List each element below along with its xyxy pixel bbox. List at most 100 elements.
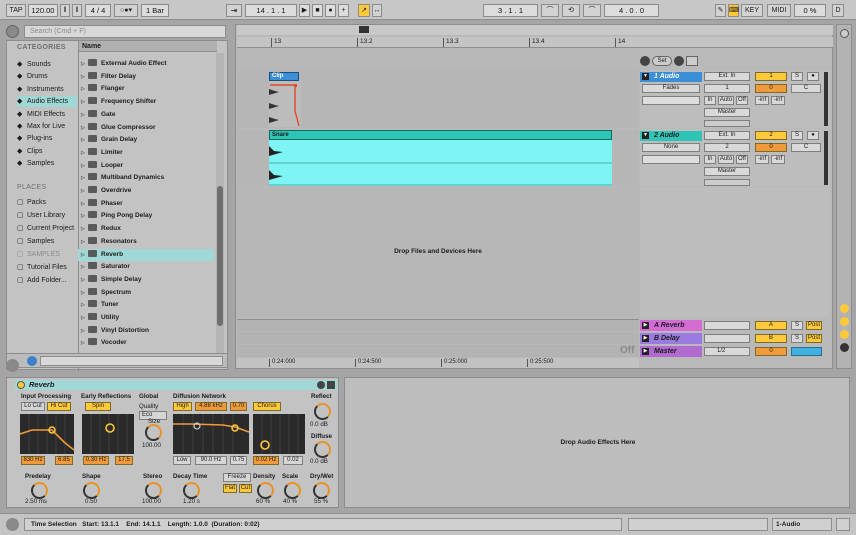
browser-item[interactable]: ▷ Looper: [78, 160, 214, 172]
return-a-solo[interactable]: S: [791, 321, 803, 330]
master-title[interactable]: ▶ Master: [640, 346, 702, 357]
stop-icon[interactable]: ■: [312, 4, 323, 17]
expand-icon[interactable]: ▷: [81, 299, 85, 311]
browser-item[interactable]: ▷ Phaser: [78, 198, 214, 210]
loop-length-field[interactable]: 4 . 0 . 0: [604, 4, 659, 17]
freeze-toggle[interactable]: Freeze: [223, 473, 251, 482]
track-1-solo[interactable]: S: [791, 72, 803, 81]
browser-item[interactable]: ▷ Frequency Shifter: [78, 96, 214, 108]
device-title-bar[interactable]: [15, 380, 337, 390]
punch-in-icon[interactable]: ⌒: [541, 4, 559, 17]
browser-item[interactable]: ▷ Spectrum: [78, 287, 214, 299]
hi-cut-toggle[interactable]: Hi Cut: [47, 402, 71, 411]
track-1-send-a[interactable]: -inf: [755, 96, 769, 105]
master-lane[interactable]: [237, 345, 639, 357]
return-b-activator[interactable]: B: [755, 334, 787, 343]
category-item[interactable]: ◆ Samples: [17, 158, 54, 169]
browser-item[interactable]: ▷ Tuner: [78, 299, 214, 311]
return-a-lane[interactable]: [237, 319, 639, 331]
browser-item[interactable]: ▷ Flanger: [78, 83, 214, 95]
toggle-arrangement-icon[interactable]: [840, 29, 849, 38]
expand-icon[interactable]: ▷: [81, 337, 85, 349]
midi-map-button[interactable]: MIDI: [767, 4, 791, 17]
expand-icon[interactable]: ▷: [81, 83, 85, 95]
return-b-output[interactable]: [704, 334, 750, 343]
tap-button[interactable]: TAP: [6, 4, 26, 17]
track-2-arm-icon[interactable]: ●: [807, 131, 819, 140]
master-volume[interactable]: 0: [755, 347, 787, 356]
detail-toggle-icon[interactable]: [6, 518, 19, 531]
cut-toggle[interactable]: Cut: [239, 484, 252, 493]
browser-item[interactable]: ▷ Ping Pong Delay: [78, 210, 214, 222]
track-1-sub-output[interactable]: [704, 120, 750, 127]
browser-toggle-icon[interactable]: [6, 25, 19, 38]
er-amount-field[interactable]: 17.5: [115, 456, 133, 465]
expand-icon[interactable]: ▷: [81, 58, 85, 70]
browser-item[interactable]: ▷ Simple Delay: [78, 274, 214, 286]
browser-item[interactable]: ▷ Limiter: [78, 147, 214, 159]
overview-marker[interactable]: [359, 26, 369, 33]
master-cue-select[interactable]: 1/2: [704, 347, 750, 356]
return-a-post[interactable]: Post: [806, 321, 822, 330]
expand-icon[interactable]: ▷: [81, 325, 85, 337]
predelay-knob[interactable]: [31, 482, 48, 499]
expand-icon[interactable]: ▷: [81, 109, 85, 121]
info-toggle-icon[interactable]: [6, 359, 19, 372]
category-item[interactable]: ◆ MIDI Effects: [17, 109, 65, 120]
browser-item[interactable]: ▷ Grain Delay: [78, 134, 214, 146]
track-1-fold-icon[interactable]: ▼: [642, 73, 649, 80]
browser-item[interactable]: ▷ Reverb: [78, 248, 214, 261]
lo-cut-toggle[interactable]: Lo Cut: [21, 402, 45, 411]
status-overview[interactable]: [628, 518, 768, 531]
track-1-clip-slot[interactable]: [642, 96, 700, 105]
back-to-arrangement-icon[interactable]: ↔: [372, 4, 382, 17]
early-reflections-display[interactable]: [82, 414, 134, 454]
expand-icon[interactable]: ▷: [81, 223, 85, 235]
category-item[interactable]: ◆ Audio Effects: [17, 96, 77, 108]
metronome-icon[interactable]: ○●▾: [114, 4, 138, 17]
expand-icon[interactable]: ▷: [81, 210, 85, 222]
follow-icon[interactable]: ⇥: [226, 4, 242, 17]
expand-icon[interactable]: ▷: [81, 312, 85, 324]
beat-ruler[interactable]: 13 13.2 13.3 13.4 14: [237, 37, 833, 48]
overdub-icon[interactable]: +: [338, 4, 349, 17]
shape-knob[interactable]: [83, 482, 100, 499]
category-item[interactable]: ◆ Instruments: [17, 84, 64, 95]
size-knob[interactable]: [145, 424, 162, 441]
return-a-activator[interactable]: A: [755, 321, 787, 330]
browser-item[interactable]: ▷ Vocoder: [78, 337, 214, 349]
position-field[interactable]: 14 . 1 . 1: [245, 4, 297, 17]
track-2-clip-slot[interactable]: [642, 155, 700, 164]
return-b-title[interactable]: ▶ B Delay: [640, 333, 702, 344]
browser-scrollbar[interactable]: [216, 53, 224, 358]
returns-toggle-icon[interactable]: [840, 330, 849, 339]
snare-clip-waveform[interactable]: [269, 140, 612, 186]
category-item[interactable]: ◆ Sounds: [17, 59, 51, 70]
browser-item[interactable]: ▷ Multiband Dynamics: [78, 172, 214, 184]
place-item[interactable]: ▢ Current Project: [17, 223, 74, 234]
flat-toggle[interactable]: Flat: [223, 484, 237, 493]
category-item[interactable]: ◆ Drums: [17, 71, 48, 82]
expand-icon[interactable]: ▷: [81, 122, 85, 134]
drop-area[interactable]: Drop Files and Devices Here: [237, 187, 639, 317]
diffusion-display[interactable]: [173, 414, 249, 454]
expand-icon[interactable]: ▷: [81, 172, 85, 184]
chorus-toggle[interactable]: Chorus: [253, 402, 281, 411]
device-save-icon[interactable]: [327, 381, 335, 389]
sends-toggle-icon[interactable]: [840, 317, 849, 326]
track-1-send-b[interactable]: -inf: [771, 96, 785, 105]
place-item[interactable]: ▢ SAMPLES: [17, 249, 60, 260]
expand-icon[interactable]: ▷: [81, 134, 85, 146]
browser-item[interactable]: ▷ Utility: [78, 312, 214, 324]
search-input[interactable]: Search (Cmd + F): [24, 25, 226, 38]
fold-icon[interactable]: [686, 56, 698, 66]
return-a-title[interactable]: ▶ A Reverb: [640, 320, 702, 331]
audio-effects-drop-area[interactable]: Drop Audio Effects Here: [344, 377, 850, 508]
place-item[interactable]: ▢ Tutorial Files: [17, 262, 67, 273]
set-next-icon[interactable]: [674, 56, 684, 66]
track-2-send-a[interactable]: -inf: [755, 155, 769, 164]
selected-track-label[interactable]: 1-Audio: [772, 518, 832, 531]
track-2-volume[interactable]: 0: [755, 143, 787, 152]
track-2-monitor-select[interactable]: None: [642, 143, 700, 152]
expand-icon[interactable]: ▷: [81, 249, 85, 261]
